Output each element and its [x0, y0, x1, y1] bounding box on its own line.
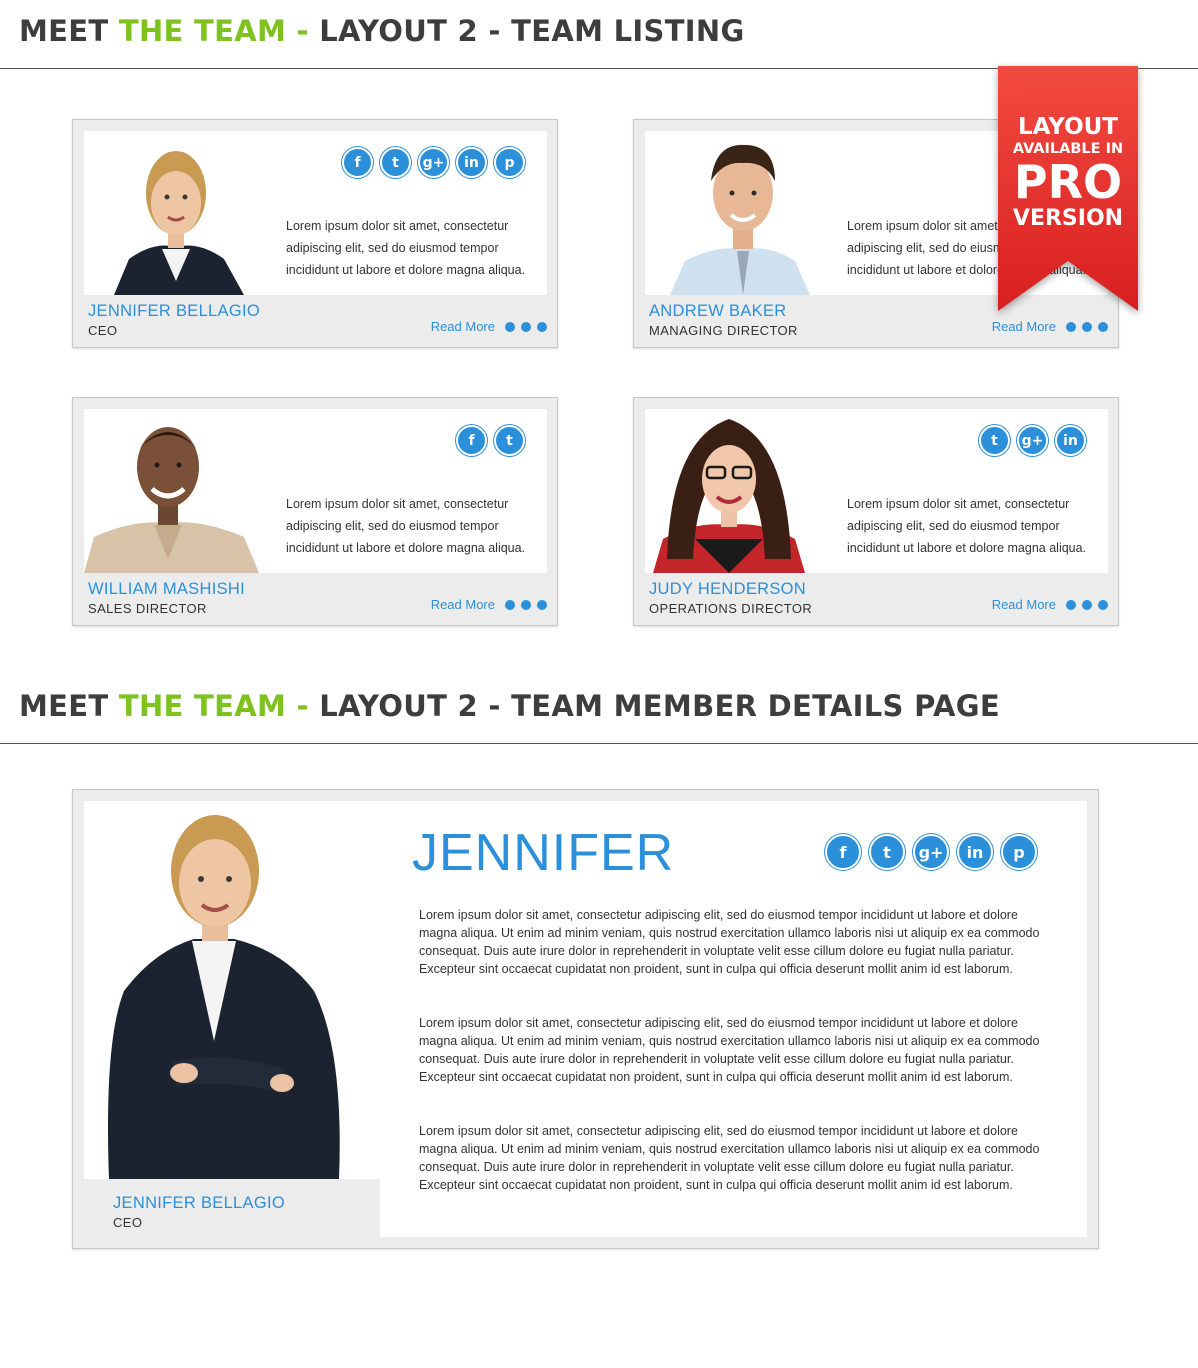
dot-icon [537, 599, 547, 610]
title-green: THE TEAM - [118, 689, 309, 723]
read-more-link[interactable]: Read More [992, 319, 1108, 334]
twitter-icon[interactable]: t [380, 147, 411, 178]
detail-paragraph: Lorem ipsum dolor sit amet, consectetur … [419, 1124, 1040, 1192]
card-body: f t g+ in p Lorem ipsum dolor sit amet, … [84, 131, 547, 295]
read-more-link[interactable]: Read More [431, 319, 547, 334]
dot-icon [1082, 321, 1092, 332]
member-role: CEO [88, 323, 118, 338]
title-green: THE TEAM - [118, 14, 309, 48]
member-photo-svg [84, 131, 274, 295]
dot-icon [521, 599, 531, 610]
member-photo-svg [645, 409, 835, 573]
read-more-link[interactable]: Read More [431, 597, 547, 612]
member-photo[interactable] [84, 409, 274, 573]
member-detail-panel: JENNIFER BELLAGIO CEO JENNIFER f t g+ in… [72, 789, 1099, 1249]
team-card[interactable]: f t g+ in p Lorem ipsum dolor sit amet, … [72, 119, 558, 348]
read-more-label[interactable]: Read More [992, 319, 1056, 334]
member-photo[interactable] [645, 131, 835, 295]
google-plus-icon[interactable]: g+ [913, 834, 949, 870]
member-role: SALES DIRECTOR [88, 601, 207, 616]
member-name[interactable]: WILLIAM MASHISHI [88, 580, 245, 599]
detail-social-links: f t g+ in p [825, 834, 1037, 870]
title-part1: MEET [19, 14, 119, 48]
read-more-label[interactable]: Read More [992, 597, 1056, 612]
member-photo-svg [84, 409, 274, 573]
social-links: f t [456, 425, 525, 456]
member-role: MANAGING DIRECTOR [649, 323, 798, 338]
google-plus-icon[interactable]: g+ [418, 147, 449, 178]
member-bio: Lorem ipsum dolor sit amet, consectetur … [847, 497, 1087, 555]
detail-first-name: JENNIFER [412, 824, 675, 882]
ribbon-line3: PRO [1013, 155, 1123, 209]
dot-icon [505, 599, 515, 610]
linkedin-icon[interactable]: in [957, 834, 993, 870]
detail-paragraph: Lorem ipsum dolor sit amet, consectetur … [419, 1016, 1040, 1084]
facebook-icon[interactable]: f [825, 834, 861, 870]
pinterest-icon[interactable]: p [494, 147, 525, 178]
card-body: t g+ in Lorem ipsum dolor sit amet, cons… [645, 409, 1108, 573]
team-card[interactable]: t g+ in Lorem ipsum dolor sit amet, cons… [633, 397, 1119, 626]
member-name[interactable]: JUDY HENDERSON [649, 580, 806, 599]
member-bio: Lorem ipsum dolor sit amet, consectetur … [286, 219, 526, 277]
twitter-icon[interactable]: t [979, 425, 1010, 456]
detail-paragraph: Lorem ipsum dolor sit amet, consectetur … [419, 908, 1040, 976]
social-links: t g+ in [979, 425, 1086, 456]
section-title-details: MEET THE TEAM - LAYOUT 2 - TEAM MEMBER D… [19, 689, 1000, 723]
dot-icon [1082, 599, 1092, 610]
read-more-link[interactable]: Read More [992, 597, 1108, 612]
linkedin-icon[interactable]: in [1055, 425, 1086, 456]
ribbon-line4: VERSION [1012, 206, 1124, 231]
pinterest-icon[interactable]: p [1001, 834, 1037, 870]
title-part2: LAYOUT 2 - TEAM MEMBER DETAILS PAGE [308, 689, 1000, 723]
ribbon-line1: LAYOUT [1017, 114, 1118, 140]
dot-icon [1066, 321, 1076, 332]
section-divider [0, 743, 1198, 744]
title-part2: LAYOUT 2 - TEAM LISTING [308, 14, 745, 48]
google-plus-icon[interactable]: g+ [1017, 425, 1048, 456]
twitter-icon[interactable]: t [494, 425, 525, 456]
member-bio: Lorem ipsum dolor sit amet, consectetur … [286, 497, 526, 555]
member-name[interactable]: JENNIFER BELLAGIO [88, 302, 260, 321]
section-title-listing: MEET THE TEAM - LAYOUT 2 - TEAM LISTING [19, 14, 745, 48]
dot-icon [1098, 321, 1108, 332]
dot-icon [521, 321, 531, 332]
social-links: f t g+ in p [342, 147, 525, 178]
team-card[interactable]: f t Lorem ipsum dolor sit amet, consecte… [72, 397, 558, 626]
member-photo[interactable] [84, 131, 274, 295]
member-name[interactable]: ANDREW BAKER [649, 302, 786, 321]
detail-member-photo-svg [84, 801, 380, 1179]
member-photo-svg [645, 131, 835, 295]
facebook-icon[interactable]: f [456, 425, 487, 456]
read-more-label[interactable]: Read More [431, 319, 495, 334]
pro-version-ribbon[interactable]: LAYOUT AVAILABLE IN PRO VERSION [998, 66, 1138, 311]
twitter-icon[interactable]: t [869, 834, 905, 870]
member-photo[interactable] [645, 409, 835, 573]
card-body: f t Lorem ipsum dolor sit amet, consecte… [84, 409, 547, 573]
title-part1: MEET [19, 689, 119, 723]
facebook-icon[interactable]: f [342, 147, 373, 178]
detail-member-name: JENNIFER BELLAGIO [113, 1194, 285, 1212]
member-role: OPERATIONS DIRECTOR [649, 601, 813, 616]
read-more-label[interactable]: Read More [431, 597, 495, 612]
dot-icon [1098, 599, 1108, 610]
detail-member-role: CEO [113, 1215, 143, 1230]
dot-icon [1066, 599, 1076, 610]
dot-icon [505, 321, 515, 332]
detail-member-photo [84, 801, 380, 1179]
dot-icon [537, 321, 547, 332]
linkedin-icon[interactable]: in [456, 147, 487, 178]
